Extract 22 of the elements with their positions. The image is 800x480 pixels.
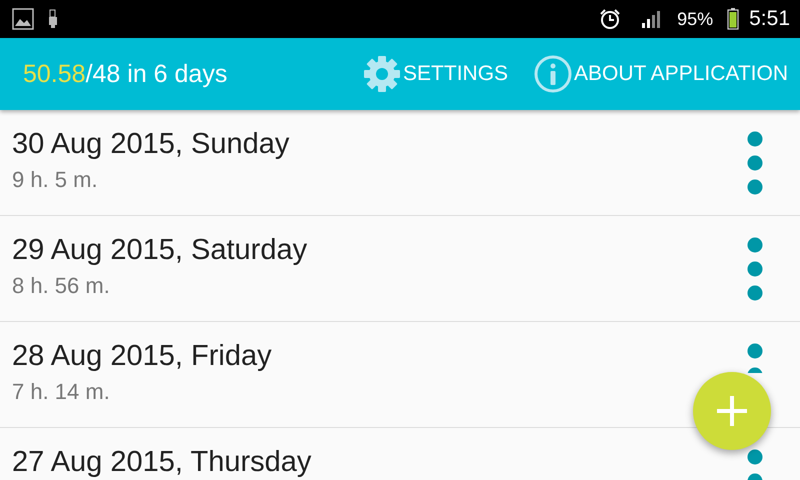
more-options-icon[interactable] [747, 236, 763, 300]
day-duration: 7 h. 14 m. [12, 379, 111, 405]
plus-icon [716, 395, 748, 427]
alarm-clock-icon [599, 8, 622, 30]
phone-icon [48, 9, 58, 29]
clock-time: 5:51 [749, 7, 790, 31]
day-duration: 9 h. 5 m. [12, 167, 99, 193]
day-date: 28 Aug 2015, Friday [12, 340, 273, 373]
header-title: 50.58/48 in 6 days [23, 60, 228, 88]
day-date: 27 Aug 2015, Thursday [12, 446, 312, 479]
info-icon [534, 55, 572, 93]
day-date: 29 Aug 2015, Saturday [12, 234, 308, 267]
day-date: 30 Aug 2015, Sunday [12, 128, 290, 161]
more-options-icon[interactable] [747, 342, 763, 372]
settings-icon [363, 55, 402, 93]
day-duration: 8 h. 56 m. [12, 273, 111, 299]
about-button[interactable]: ABOUT APPLICATION [534, 55, 788, 93]
battery-icon [727, 8, 740, 30]
battery-percent: 95% [677, 8, 714, 30]
settings-button[interactable]: SETTINGS [363, 55, 508, 93]
picture-icon [12, 8, 34, 30]
more-options-icon[interactable] [747, 130, 763, 194]
